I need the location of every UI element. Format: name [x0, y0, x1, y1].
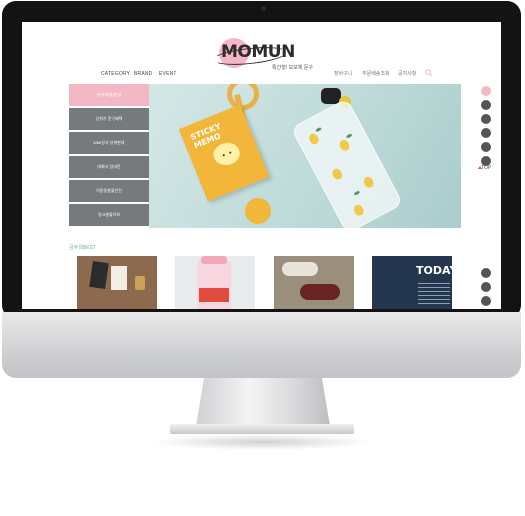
- scroll-top-link[interactable]: TOP: [481, 165, 491, 171]
- best-section-title: 금주의BEST: [69, 245, 96, 251]
- sidebar-item-4[interactable]: 대화사 임대전: [69, 156, 149, 178]
- quick-heart-icon[interactable]: [481, 86, 491, 96]
- quick-truck-icon[interactable]: [481, 296, 491, 306]
- leaf-pattern: [345, 133, 353, 139]
- nav-event[interactable]: EVENT: [159, 71, 177, 77]
- tape-roll-image: [282, 262, 318, 276]
- monitor-stand-base: [170, 424, 354, 434]
- best-product-2[interactable]: [175, 256, 255, 309]
- hero-banner[interactable]: STICKY MEMO: [149, 84, 461, 228]
- leaf-pattern: [315, 126, 322, 133]
- sidebar-item-1[interactable]: 본사/유통/현장: [69, 84, 149, 106]
- cup-image: [135, 276, 145, 290]
- site-tagline: 특간형! 모모체 문구: [272, 65, 313, 71]
- util-order-link[interactable]: 주문배송조회: [362, 70, 390, 77]
- pear-pattern: [330, 167, 344, 182]
- pear-pattern: [352, 203, 366, 218]
- best-product-1[interactable]: [77, 256, 157, 309]
- stand-shadow: [150, 434, 374, 450]
- quick-cart-icon[interactable]: [481, 128, 491, 138]
- sidebar-item-5[interactable]: 이용동총불인전: [69, 180, 149, 202]
- leaf-pattern: [353, 190, 361, 196]
- jar-label-image: [199, 288, 229, 302]
- quick-heart-icon[interactable]: [481, 114, 491, 124]
- monitor-stand-neck: [196, 378, 330, 426]
- tape-roll-image: [300, 284, 340, 300]
- website-screen: MOMUN 특간형! 모모체 문구 CATEGORY BRAND EVENT 장…: [22, 22, 501, 309]
- quick-heart-icon[interactable]: [481, 268, 491, 278]
- webcam: [261, 6, 266, 11]
- today-text: TODAY: [416, 264, 452, 277]
- round-sticker-image: [245, 198, 271, 224]
- sticky-character-image: [210, 139, 243, 170]
- notebook-image: [89, 261, 109, 289]
- nav-category[interactable]: CATEGORY: [101, 71, 130, 77]
- quick-user-icon[interactable]: [481, 100, 491, 110]
- pear-pattern: [362, 175, 376, 190]
- quick-cart-icon[interactable]: [481, 282, 491, 292]
- search-icon[interactable]: [425, 69, 433, 77]
- logo-text: MOMUN: [221, 42, 295, 62]
- best-product-4[interactable]: TODAY: [372, 256, 452, 309]
- sidebar-item-6[interactable]: 링크총불이보: [69, 204, 149, 226]
- jar-lid-image: [201, 256, 227, 264]
- pear-pattern: [337, 138, 352, 153]
- monitor-chin: [2, 312, 521, 378]
- quick-truck-icon[interactable]: [481, 142, 491, 152]
- util-cart-link[interactable]: 장바구니: [334, 70, 352, 77]
- best-product-3[interactable]: [274, 256, 354, 309]
- pear-pattern: [307, 131, 321, 146]
- notebook-image: [111, 266, 127, 290]
- util-notice-link[interactable]: 공지사항: [398, 70, 416, 77]
- nav-brand[interactable]: BRAND: [134, 71, 153, 77]
- sidebar-item-3[interactable]: MMI상사 상위판대: [69, 132, 149, 154]
- text-lines-image: [418, 280, 450, 306]
- sidebar-item-2[interactable]: 상위기 문구혜택: [69, 108, 149, 130]
